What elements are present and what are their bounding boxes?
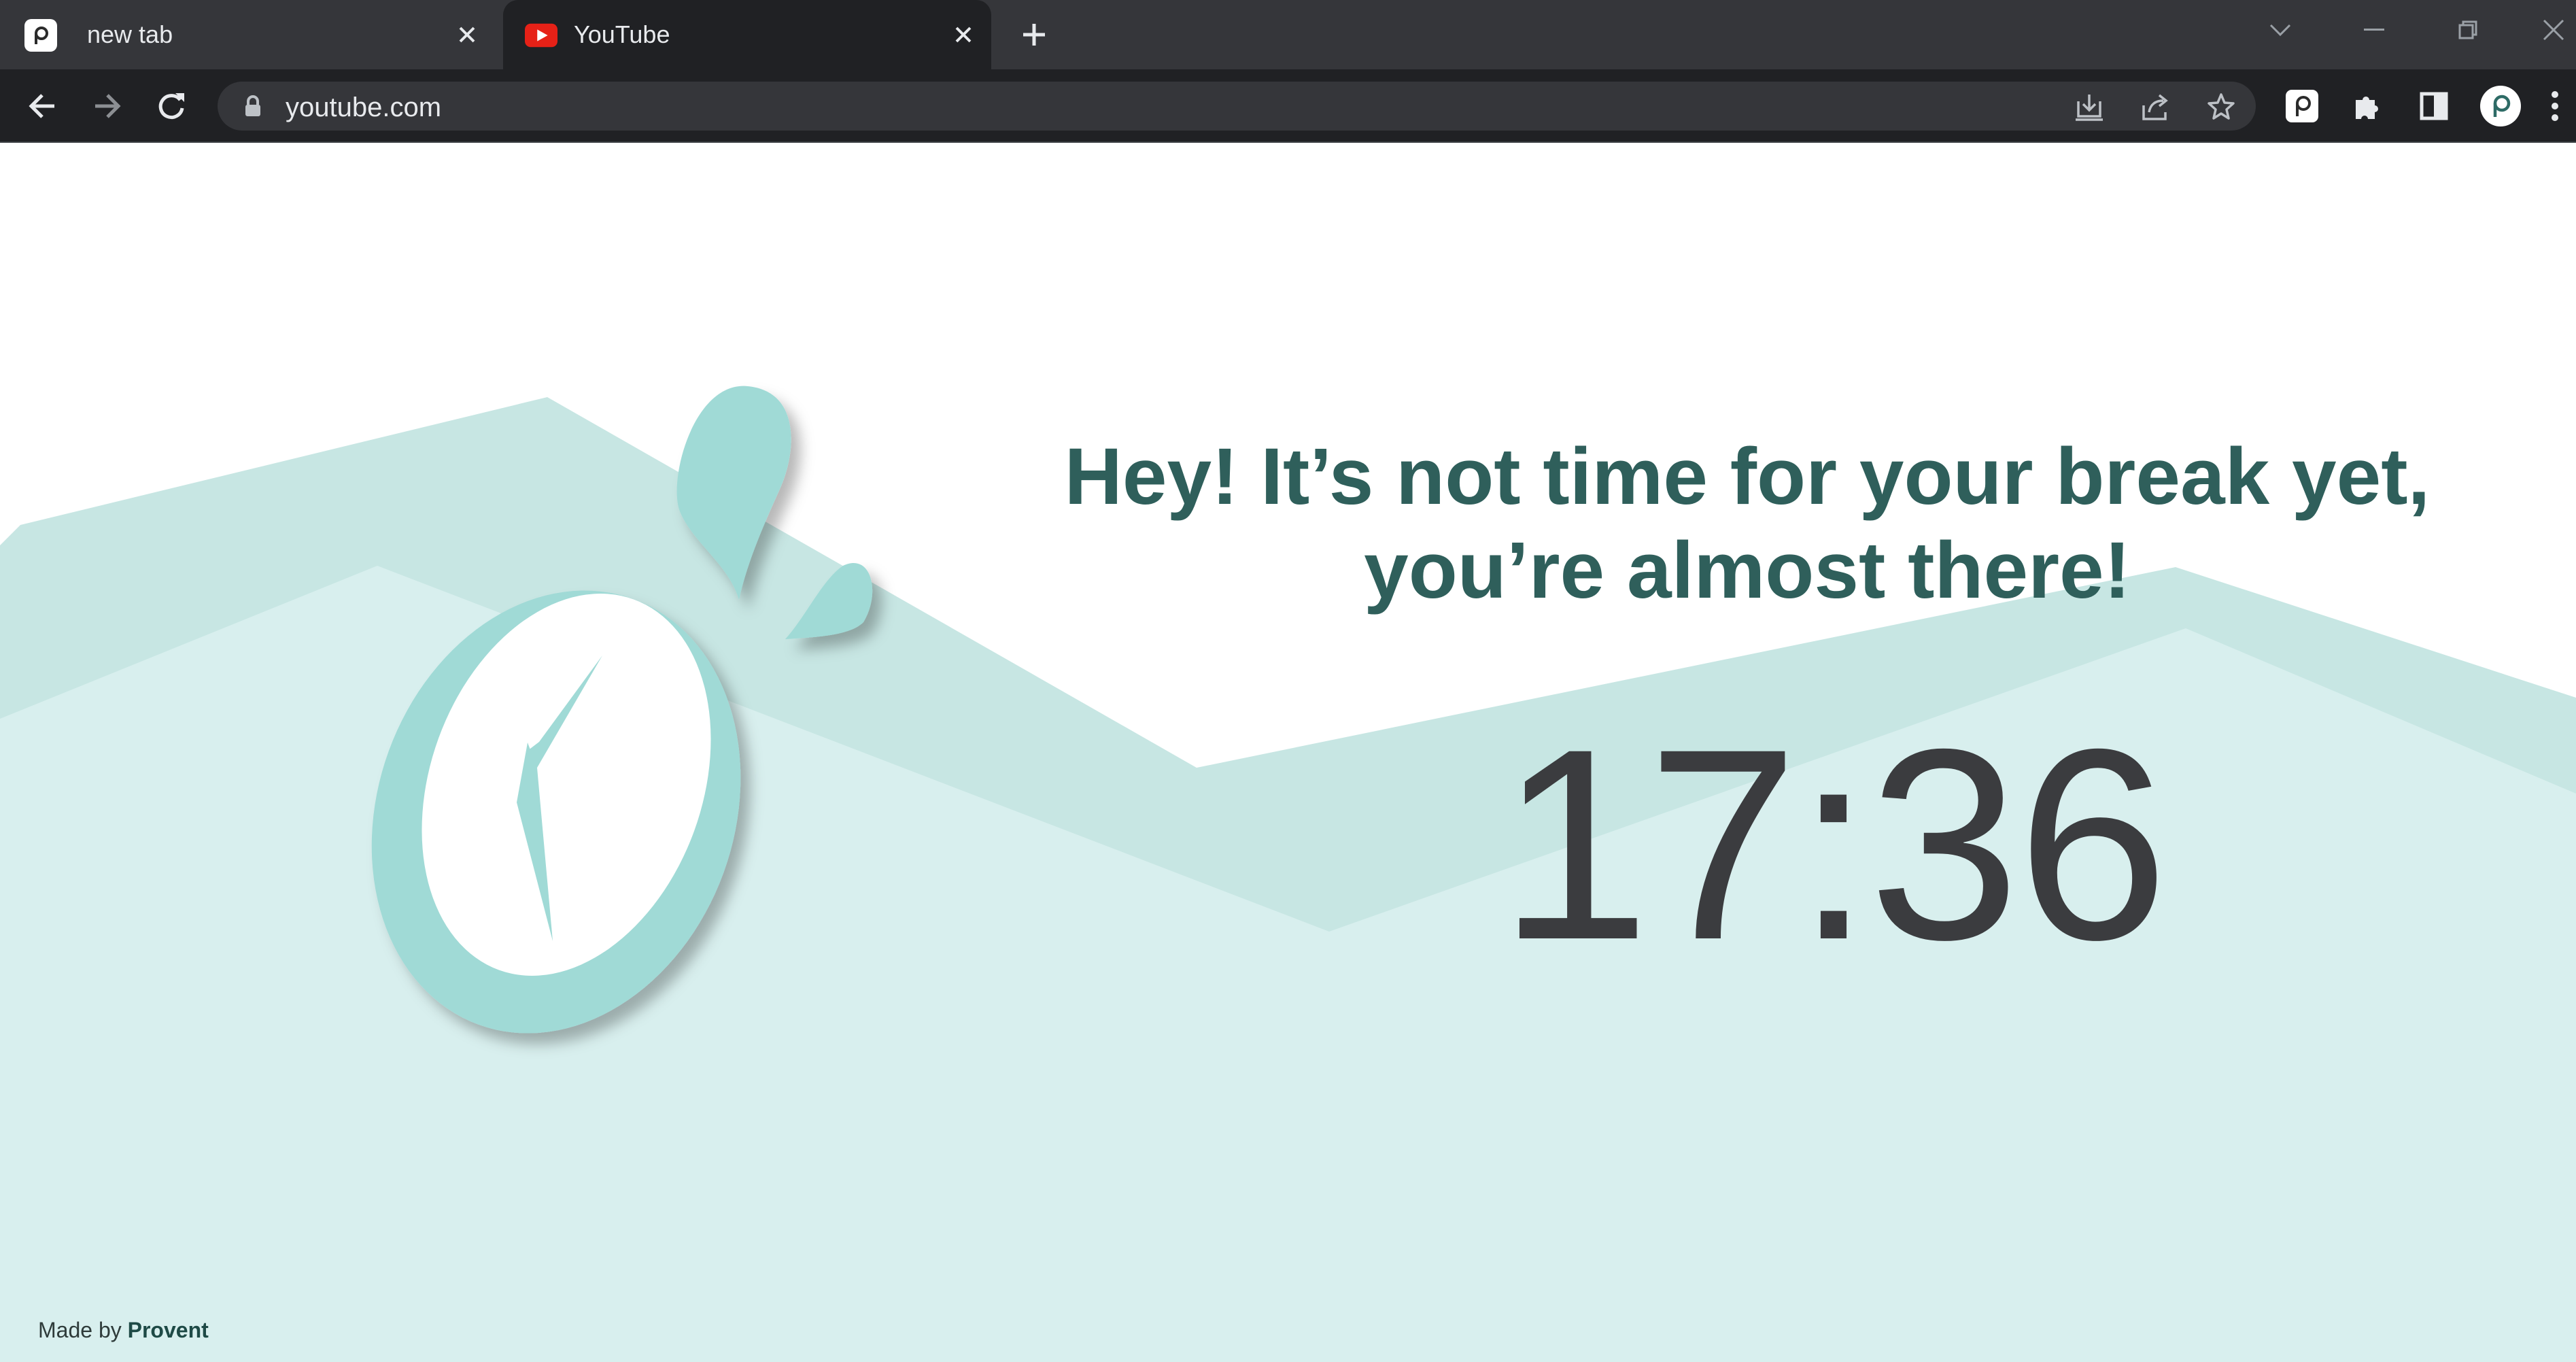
lock-icon[interactable] bbox=[241, 94, 265, 118]
address-bar[interactable]: youtube.com bbox=[218, 82, 2256, 131]
headline-line-1: Hey! It’s not time for your break yet, bbox=[1064, 432, 2431, 522]
headline-line-2: you’re almost there! bbox=[1364, 526, 2131, 615]
close-tab-icon[interactable] bbox=[946, 18, 980, 52]
reload-button[interactable] bbox=[148, 83, 194, 129]
tab-strip: new tab YouTube bbox=[0, 0, 2576, 69]
credit-brand-link[interactable]: Provent bbox=[128, 1318, 209, 1342]
extensions-puzzle-icon[interactable] bbox=[2344, 83, 2390, 129]
side-panel-icon[interactable] bbox=[2411, 83, 2457, 129]
made-by-credit: Made by Provent bbox=[38, 1318, 209, 1343]
install-app-icon[interactable] bbox=[2072, 90, 2106, 124]
countdown-timer: 17:36 bbox=[1498, 692, 2169, 996]
minimize-button[interactable] bbox=[2350, 10, 2399, 50]
bookmark-star-icon[interactable] bbox=[2204, 90, 2238, 124]
tab-title: YouTube bbox=[574, 20, 670, 48]
blocked-page: Hey! It’s not time for your break yet, y… bbox=[0, 144, 2576, 1362]
close-window-button[interactable] bbox=[2529, 10, 2576, 50]
provent-extension-icon[interactable] bbox=[2279, 83, 2325, 129]
mountain-background bbox=[0, 386, 2576, 1362]
back-button[interactable] bbox=[19, 83, 65, 129]
profile-avatar[interactable] bbox=[2477, 83, 2524, 129]
tab-youtube[interactable]: YouTube bbox=[503, 0, 991, 69]
new-tab-button[interactable] bbox=[1016, 16, 1052, 53]
restore-button[interactable] bbox=[2443, 10, 2492, 50]
front-mountain-shape bbox=[0, 566, 2576, 1362]
tab-title: new tab bbox=[87, 20, 173, 48]
share-icon[interactable] bbox=[2139, 90, 2173, 124]
chrome-menu-icon[interactable] bbox=[2541, 83, 2569, 129]
provent-icon bbox=[24, 19, 57, 52]
browser-toolbar: youtube.com bbox=[0, 69, 2576, 143]
forward-button[interactable] bbox=[84, 83, 131, 129]
url-text[interactable]: youtube.com bbox=[286, 92, 441, 123]
tab-search-chevron-icon[interactable] bbox=[2256, 10, 2305, 50]
tab-new-tab[interactable]: new tab bbox=[0, 0, 495, 69]
youtube-icon bbox=[525, 19, 557, 52]
close-tab-icon[interactable] bbox=[450, 18, 484, 52]
credit-prefix: Made by bbox=[38, 1318, 122, 1342]
break-message: Hey! It’s not time for your break yet, y… bbox=[986, 430, 2509, 617]
